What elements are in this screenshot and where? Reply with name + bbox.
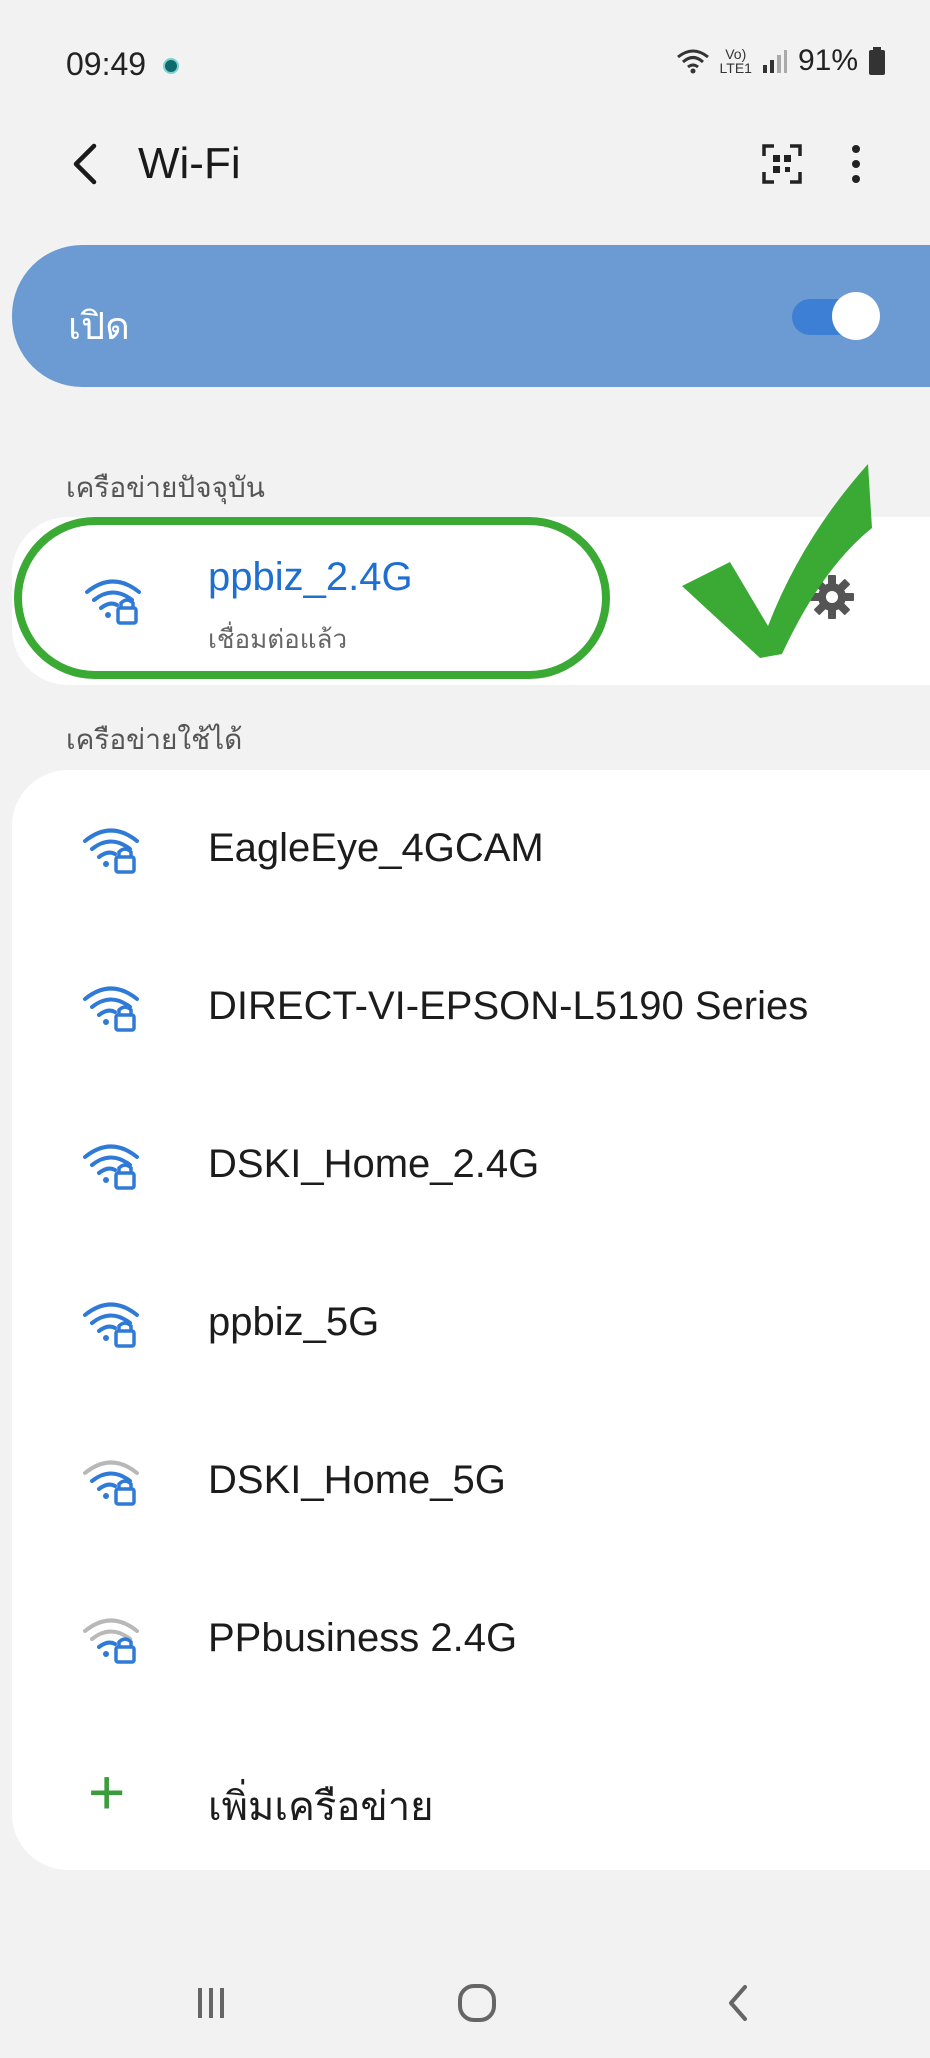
wifi-toggle[interactable] bbox=[792, 289, 880, 343]
network-name: ppbiz_5G bbox=[208, 1300, 380, 1344]
network-name: PPbusiness 2.4G bbox=[208, 1616, 518, 1660]
status-icons: Vo) LTE1 91% bbox=[676, 44, 886, 78]
available-networks-list: EagleEye_4GCAM DIRECT-VI-EPSON-L5190 Ser… bbox=[12, 770, 930, 1870]
battery-percent: 91% bbox=[797, 44, 858, 77]
network-item-ppbiz-5g[interactable]: ppbiz_5G bbox=[12, 1244, 930, 1402]
chevron-left-icon bbox=[73, 143, 97, 185]
add-network-label: เพิ่มเครือข่าย bbox=[208, 1785, 434, 1829]
home-button[interactable] bbox=[432, 1968, 522, 2038]
wifi-lock-icon bbox=[83, 1144, 139, 1190]
page-title: Wi-Fi bbox=[138, 139, 241, 188]
network-name: DIRECT-VI-EPSON-L5190 Series bbox=[208, 984, 809, 1028]
notification-dot-icon bbox=[163, 58, 179, 74]
status-bar: 09:49 Vo) LTE1 91% bbox=[0, 0, 930, 120]
top-app-bar: Wi-Fi bbox=[0, 120, 930, 210]
more-options-button[interactable] bbox=[836, 134, 876, 194]
network-name: DSKI_Home_2.4G bbox=[208, 1142, 540, 1186]
wifi-lock-icon bbox=[83, 828, 139, 874]
wifi-lock-weak-icon bbox=[83, 1460, 139, 1506]
network-name: EagleEye_4GCAM bbox=[208, 826, 544, 870]
gear-icon bbox=[810, 575, 854, 619]
status-time: 09:49 bbox=[66, 46, 147, 82]
network-item-direct-epson[interactable]: DIRECT-VI-EPSON-L5190 Series bbox=[12, 928, 930, 1086]
back-button[interactable] bbox=[62, 134, 108, 194]
wifi-status-icon bbox=[676, 49, 709, 74]
current-network-card[interactable]: ppbiz_2.4G เชื่อมต่อแล้ว bbox=[12, 517, 930, 685]
qr-scan-button[interactable] bbox=[752, 134, 812, 194]
back-icon bbox=[729, 1985, 747, 2021]
network-item-eagleeye[interactable]: EagleEye_4GCAM bbox=[12, 770, 930, 928]
volte-indicator: Vo) LTE1 bbox=[720, 47, 752, 75]
wifi-lock-icon bbox=[83, 1302, 139, 1348]
network-name: DSKI_Home_5G bbox=[208, 1458, 506, 1502]
qr-scan-icon bbox=[762, 144, 802, 184]
add-network-button[interactable]: + เพิ่มเครือข่าย bbox=[12, 1718, 930, 1876]
volte-bottom-text: LTE1 bbox=[719, 60, 752, 76]
network-settings-button[interactable] bbox=[802, 567, 862, 627]
plus-icon: + bbox=[88, 1756, 126, 1828]
home-icon bbox=[458, 1984, 496, 2022]
wifi-master-switch[interactable]: เปิด bbox=[12, 245, 930, 387]
battery-icon bbox=[869, 47, 885, 75]
toggle-knob bbox=[832, 292, 880, 340]
recents-button[interactable] bbox=[166, 1968, 256, 2038]
master-switch-label: เปิด bbox=[68, 306, 130, 348]
signal-icon bbox=[762, 50, 787, 73]
more-vertical-icon bbox=[852, 145, 860, 183]
volte-top-text: Vo) bbox=[725, 46, 747, 62]
network-item-dski-home-5g[interactable]: DSKI_Home_5G bbox=[12, 1402, 930, 1560]
network-item-dski-home-24[interactable]: DSKI_Home_2.4G bbox=[12, 1086, 930, 1244]
current-network-name: ppbiz_2.4G bbox=[208, 555, 413, 599]
wifi-lock-icon bbox=[85, 579, 141, 625]
current-network-section-label: เครือข่ายปัจจุบัน bbox=[66, 472, 265, 503]
current-network-status: เชื่อมต่อแล้ว bbox=[208, 624, 348, 654]
wifi-lock-icon bbox=[83, 986, 139, 1032]
recents-icon bbox=[198, 1988, 224, 2018]
wifi-lock-weak-icon bbox=[83, 1618, 139, 1664]
system-back-button[interactable] bbox=[694, 1968, 784, 2038]
system-navigation-bar bbox=[0, 1960, 930, 2058]
network-item-ppbusiness-24[interactable]: PPbusiness 2.4G bbox=[12, 1560, 930, 1718]
available-networks-section-label: เครือข่ายใช้ได้ bbox=[66, 724, 243, 755]
